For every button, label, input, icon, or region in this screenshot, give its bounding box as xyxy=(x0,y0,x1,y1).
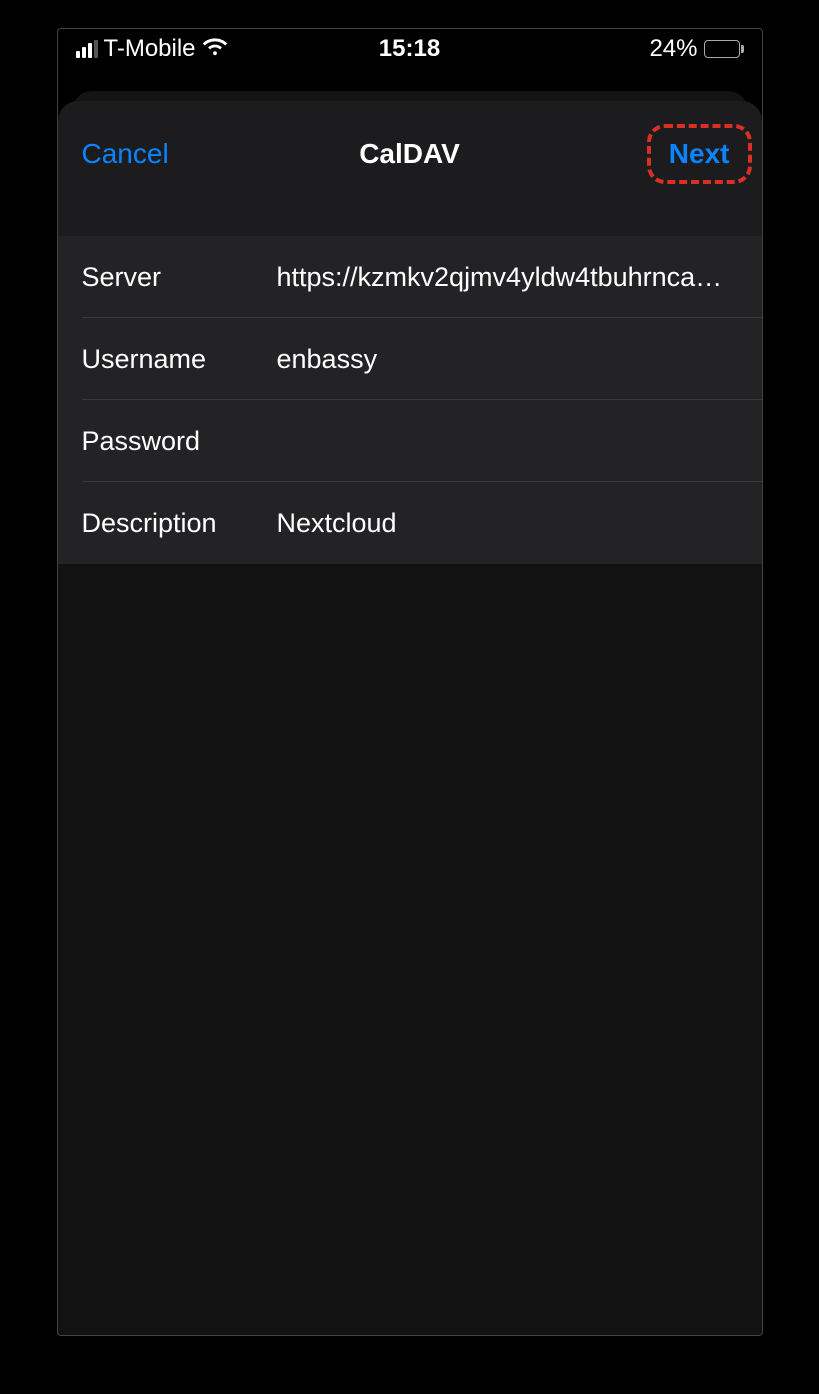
server-row: Server xyxy=(58,236,762,318)
carrier-label: T-Mobile xyxy=(104,35,196,63)
username-row: Username xyxy=(58,318,762,400)
password-input[interactable] xyxy=(277,426,738,457)
description-label: Description xyxy=(82,508,277,539)
cellular-signal-icon xyxy=(76,40,98,58)
username-label: Username xyxy=(82,344,277,375)
sheet-body xyxy=(58,564,762,1335)
username-input[interactable] xyxy=(277,344,738,375)
nav-title: CalDAV xyxy=(359,138,460,170)
clock-label: 15:18 xyxy=(379,35,440,63)
description-input[interactable] xyxy=(277,508,738,539)
battery-percent-label: 24% xyxy=(649,35,697,63)
status-right: 24% xyxy=(649,35,743,63)
status-bar: T-Mobile 15:18 24% xyxy=(58,29,762,69)
server-label: Server xyxy=(82,262,277,293)
form-section: Server Username Password Description xyxy=(58,236,762,564)
next-button[interactable]: Next xyxy=(661,134,738,174)
status-left: T-Mobile xyxy=(76,35,228,63)
battery-icon xyxy=(704,40,744,58)
description-row: Description xyxy=(58,482,762,564)
modal-sheet: Cancel CalDAV Next Server Username Passw… xyxy=(58,101,762,1335)
password-row: Password xyxy=(58,400,762,482)
cancel-button[interactable]: Cancel xyxy=(82,138,169,170)
next-button-highlight: Next xyxy=(661,134,738,174)
phone-frame: T-Mobile 15:18 24% Cancel CalDAV Next xyxy=(57,28,763,1336)
nav-bar: Cancel CalDAV Next xyxy=(58,101,762,206)
password-label: Password xyxy=(82,426,277,457)
server-input[interactable] xyxy=(277,262,738,293)
wifi-icon xyxy=(202,35,228,63)
